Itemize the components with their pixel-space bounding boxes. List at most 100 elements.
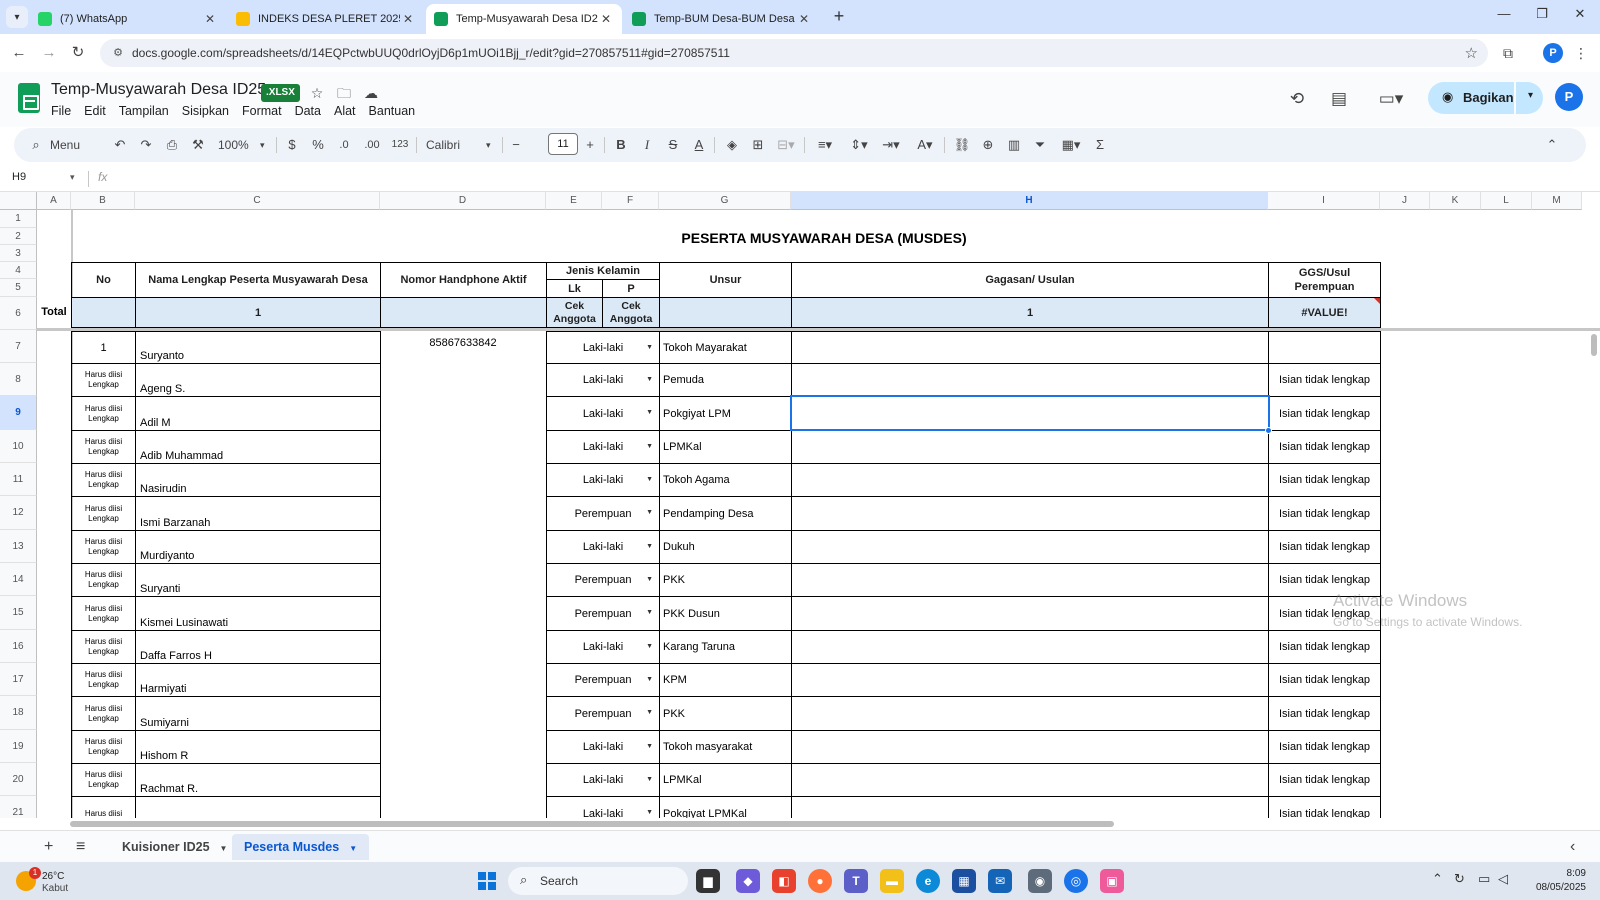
task-view-icon[interactable]: ▆: [696, 869, 720, 893]
gagasan-cell[interactable]: [791, 530, 1269, 564]
sheets-logo-icon[interactable]: [18, 83, 40, 113]
font-size-input[interactable]: 11: [548, 133, 578, 155]
add-sheet-icon[interactable]: +: [44, 838, 53, 856]
paint-format-icon[interactable]: ⚒: [188, 135, 208, 155]
ggs-status-cell[interactable]: [1268, 331, 1381, 364]
bookmark-star-icon[interactable]: ☆: [1465, 44, 1478, 62]
gagasan-cell[interactable]: [791, 496, 1269, 531]
row-header[interactable]: 19: [0, 730, 37, 763]
zoom-select[interactable]: 100%: [218, 135, 249, 155]
gagasan-cell[interactable]: [791, 331, 1269, 364]
font-family-select[interactable]: Calibri: [426, 135, 460, 155]
participant-name-cell[interactable]: Murdiyanto: [135, 530, 381, 564]
merge-cells-icon[interactable]: ⊟▾: [774, 135, 798, 155]
total-cek-lk[interactable]: Cek Anggota: [546, 297, 603, 328]
tab-close-icon[interactable]: ✕: [202, 12, 218, 26]
move-folder-icon[interactable]: 🗀: [334, 83, 354, 103]
sheet-tab[interactable]: Peserta Musdes ▼: [232, 834, 370, 860]
gagasan-cell[interactable]: [791, 563, 1269, 597]
dropdown-caret-icon[interactable]: ▼: [646, 676, 653, 683]
gender-cell[interactable]: Laki-laki ▼: [546, 630, 660, 664]
gender-cell[interactable]: Perempuan ▼: [546, 496, 660, 531]
unsur-cell[interactable]: Tokoh Mayarakat: [659, 331, 792, 364]
reload-icon[interactable]: ↻: [67, 42, 89, 64]
row-header[interactable]: 12: [0, 496, 37, 530]
star-icon[interactable]: ☆: [307, 83, 327, 103]
row-header[interactable]: 20: [0, 763, 37, 796]
undo-icon[interactable]: ↶: [110, 135, 130, 155]
gender-cell[interactable]: Laki-laki ▼: [546, 763, 660, 797]
bold-icon[interactable]: B: [612, 135, 630, 155]
active-cell-selection[interactable]: [790, 395, 1270, 431]
row-number-cell[interactable]: Harus diisi Lengkap: [71, 430, 136, 464]
unsur-cell[interactable]: Pemuda: [659, 363, 792, 397]
row-header[interactable]: 5: [0, 279, 37, 297]
volume-icon[interactable]: ◁: [1498, 871, 1508, 887]
dropdown-caret-icon[interactable]: ▼: [646, 643, 653, 650]
dropdown-caret-icon[interactable]: ▼: [646, 743, 653, 750]
participant-name-cell[interactable]: Rachmat R.: [135, 763, 381, 797]
unsur-cell[interactable]: Tokoh Agama: [659, 463, 792, 497]
ggs-status-cell[interactable]: Isian tidak lengkap: [1268, 496, 1381, 531]
header-no[interactable]: No: [71, 262, 136, 298]
row-header[interactable]: 2: [0, 228, 37, 245]
select-all-corner[interactable]: [0, 192, 37, 210]
row-header[interactable]: 14: [0, 563, 37, 596]
gagasan-cell[interactable]: [791, 430, 1269, 464]
font-size-increase-icon[interactable]: +: [582, 135, 598, 155]
tray-sync-icon[interactable]: ↻: [1454, 871, 1465, 887]
new-tab-button[interactable]: +: [828, 6, 850, 28]
unsur-cell[interactable]: Dukuh: [659, 530, 792, 564]
ggs-status-cell[interactable]: Isian tidak lengkap: [1268, 730, 1381, 764]
dropdown-caret-icon[interactable]: ▼: [646, 576, 653, 583]
participant-name-cell[interactable]: Harmiyati: [135, 663, 381, 697]
network-icon[interactable]: ▭: [1478, 871, 1490, 887]
column-header[interactable]: A: [37, 192, 71, 210]
functions-icon[interactable]: Σ: [1090, 135, 1110, 155]
unsur-cell[interactable]: LPMKal: [659, 430, 792, 464]
row-number-cell[interactable]: 1: [71, 331, 136, 364]
weather-widget[interactable]: 1 26°C Kabut: [14, 867, 104, 895]
column-header[interactable]: J: [1380, 192, 1430, 210]
italic-icon[interactable]: I: [638, 135, 656, 155]
row-number-cell[interactable]: Harus diisi Lengkap: [71, 596, 136, 631]
header-jenis-kelamin[interactable]: Jenis Kelamin: [546, 262, 660, 280]
search-icon[interactable]: ⌕: [28, 135, 44, 155]
row-number-cell[interactable]: Harus diisi Lengkap: [71, 396, 136, 431]
address-bar[interactable]: ⚙ docs.google.com/spreadsheets/d/14EQPct…: [100, 39, 1488, 67]
zoom-caret-icon[interactable]: ▾: [260, 135, 265, 155]
dropdown-caret-icon[interactable]: ▼: [646, 509, 653, 516]
insert-link-icon[interactable]: ⛓: [952, 135, 972, 155]
row-header[interactable]: 16: [0, 630, 37, 663]
participant-name-cell[interactable]: Suryanto: [135, 331, 381, 364]
back-icon[interactable]: ←: [8, 42, 30, 64]
gagasan-cell[interactable]: [791, 696, 1269, 731]
increase-decimal-button[interactable]: .00: [360, 135, 384, 155]
menu-item[interactable]: Sisipkan: [182, 104, 229, 118]
browser-tab[interactable]: (7) WhatsApp ✕: [30, 4, 226, 34]
gender-cell[interactable]: Laki-laki ▼: [546, 430, 660, 464]
insert-comment-icon[interactable]: ⊕: [978, 135, 998, 155]
borders-icon[interactable]: ⊞: [748, 135, 768, 155]
menu-item[interactable]: Tampilan: [119, 104, 169, 118]
unsur-cell[interactable]: Pokgiyat LPM: [659, 396, 792, 431]
user-avatar[interactable]: P: [1555, 83, 1583, 111]
ggs-status-cell[interactable]: Isian tidak lengkap: [1268, 696, 1381, 731]
row-number-cell[interactable]: Harus diisi Lengkap: [71, 496, 136, 531]
menu-item[interactable]: Edit: [84, 104, 106, 118]
strikethrough-icon[interactable]: S: [664, 135, 682, 155]
filter-views-icon[interactable]: ▦▾: [1056, 135, 1086, 155]
redo-icon[interactable]: ↷: [136, 135, 156, 155]
sheet-tab-caret-icon[interactable]: ▼: [349, 844, 357, 853]
row-number-cell[interactable]: Harus diisi Lengkap: [71, 363, 136, 397]
participant-name-cell[interactable]: Hishom R: [135, 730, 381, 764]
document-title[interactable]: Temp-Musyawarah Desa ID25: [51, 81, 266, 99]
participant-name-cell[interactable]: Ageng S.: [135, 363, 381, 397]
unsur-cell[interactable]: PKK: [659, 696, 792, 731]
firefox-icon[interactable]: ●: [808, 869, 832, 893]
app-icon[interactable]: ▣: [1100, 869, 1124, 893]
unsur-cell[interactable]: Karang Taruna: [659, 630, 792, 664]
browser-tab[interactable]: Temp-Musyawarah Desa ID25.x ✕: [426, 4, 622, 34]
gender-cell[interactable]: Perempuan ▼: [546, 596, 660, 631]
header-gagasan[interactable]: Gagasan/ Usulan: [791, 262, 1269, 298]
